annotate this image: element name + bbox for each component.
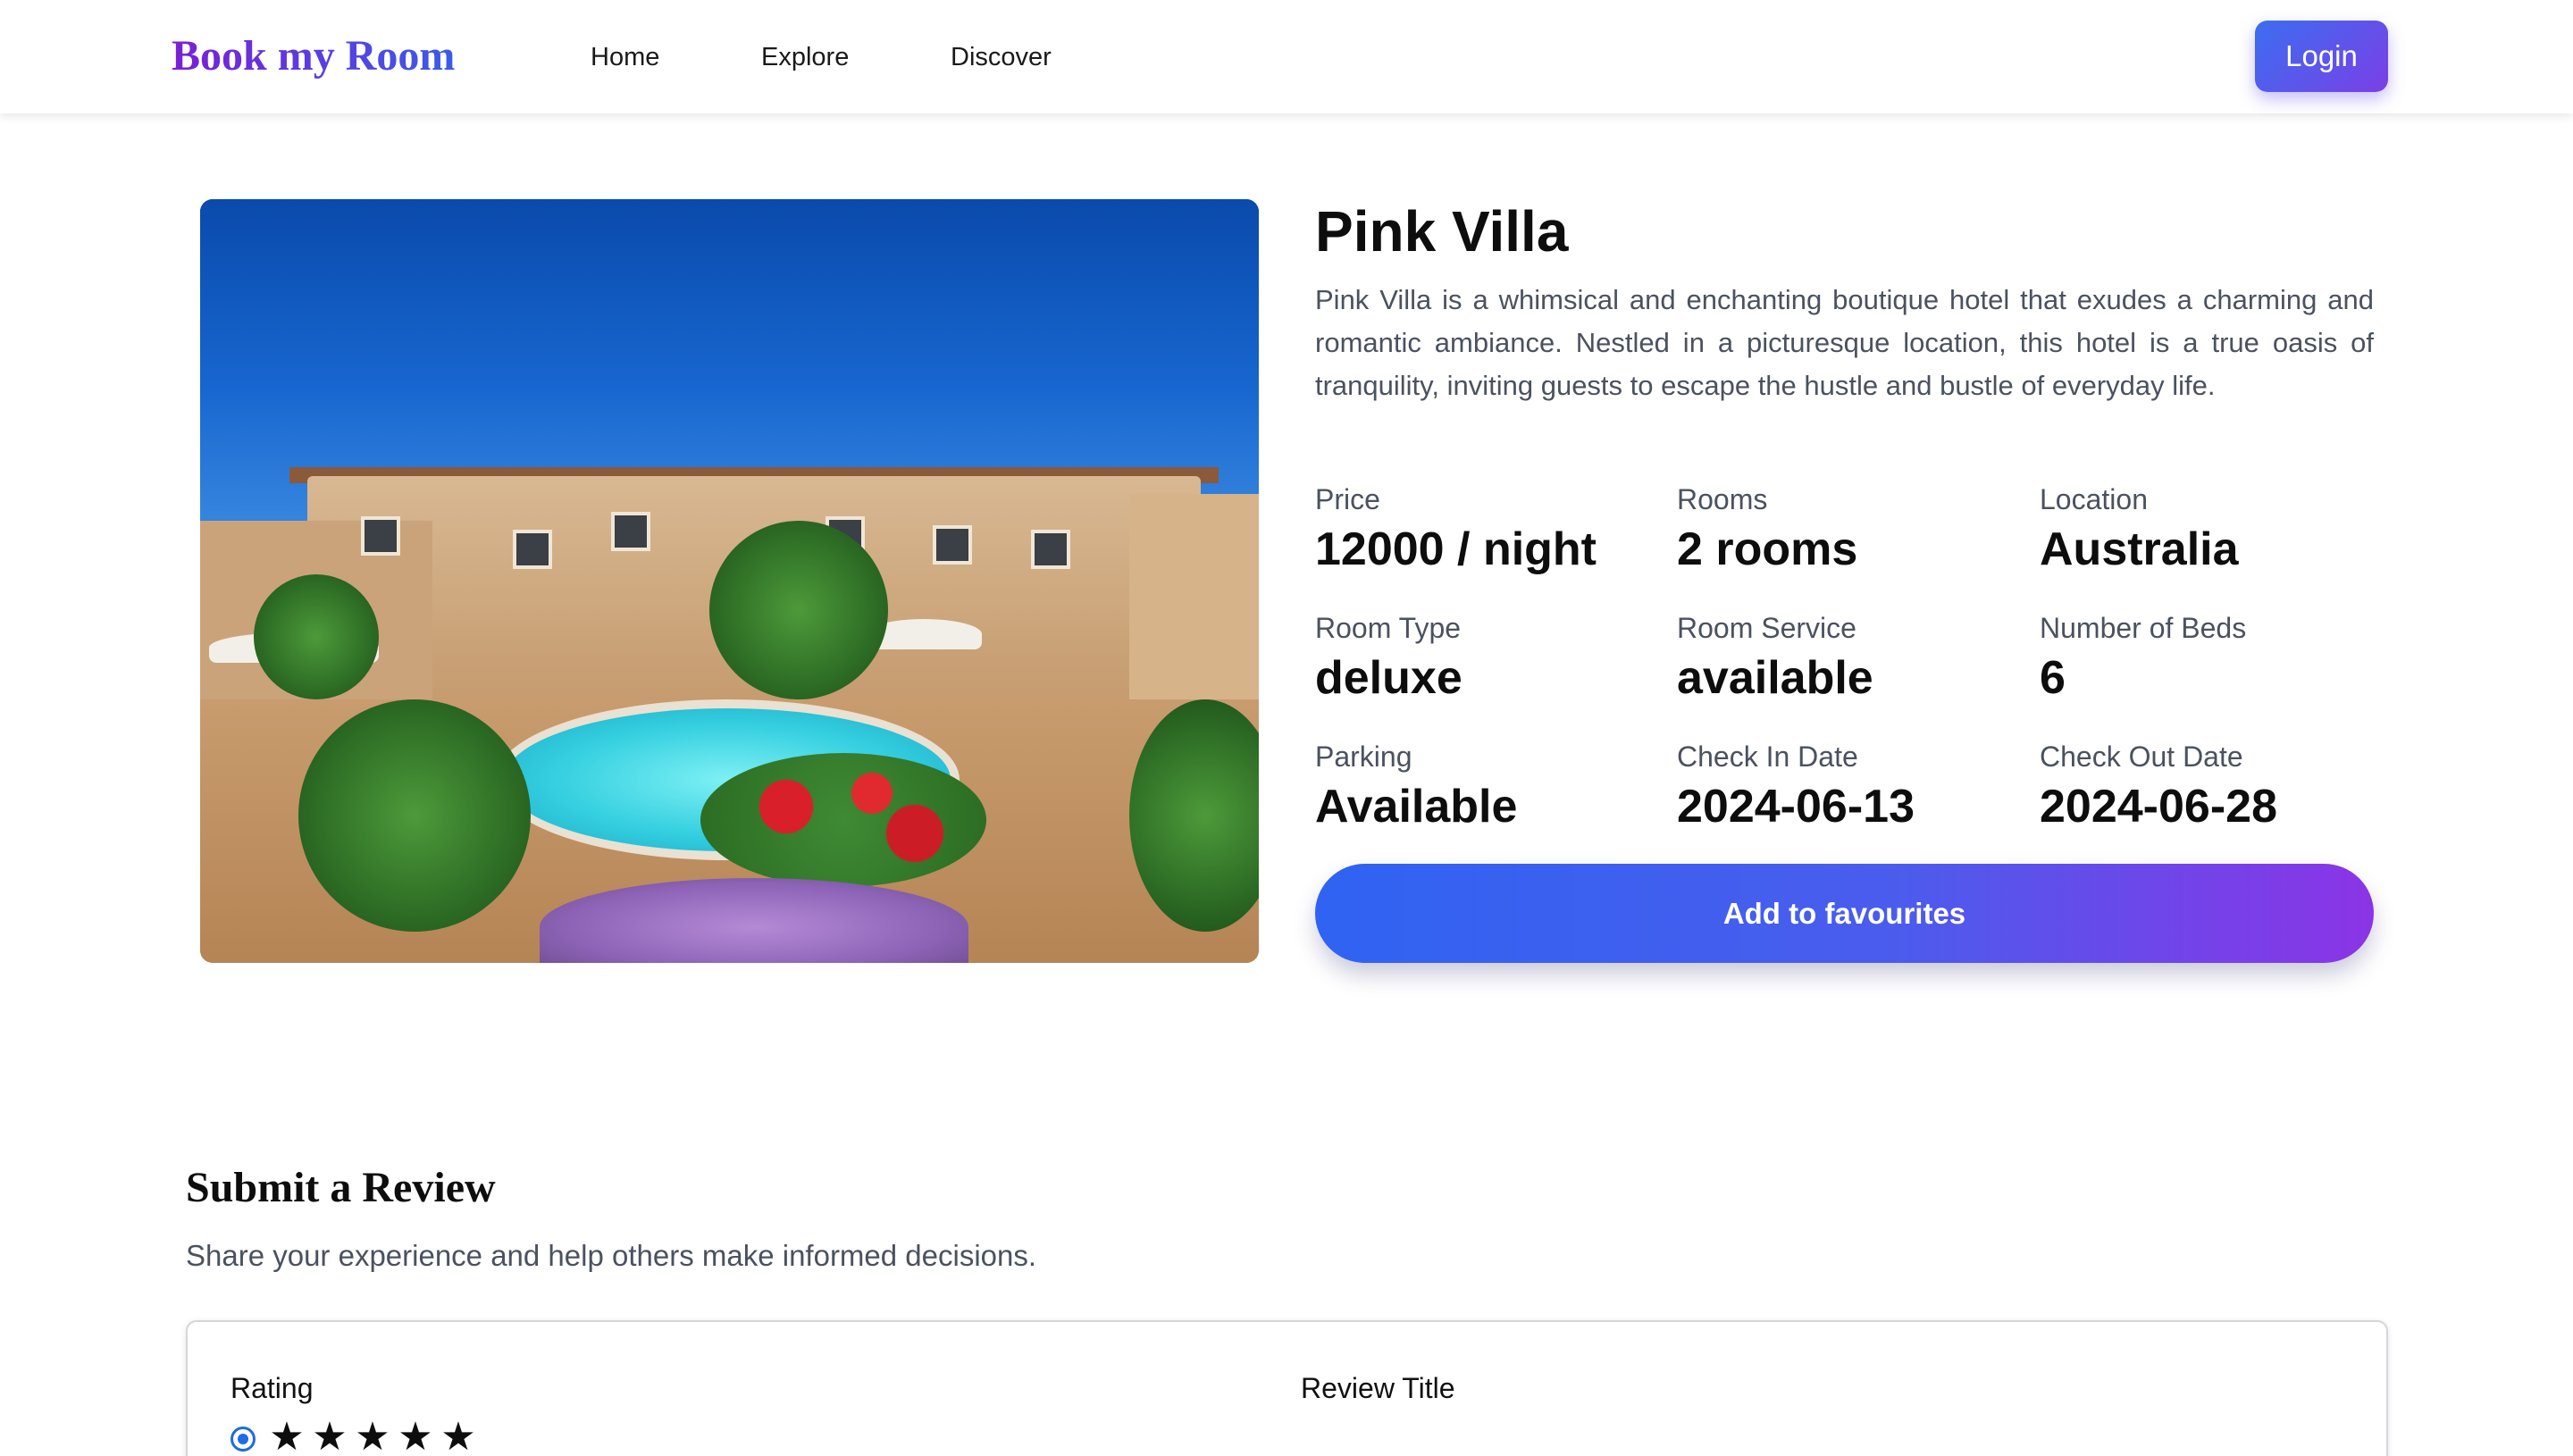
navbar: Book my Room Home Explore Discover Login bbox=[0, 0, 2573, 113]
hotel-image bbox=[200, 199, 1259, 963]
image-flowers bbox=[700, 753, 986, 887]
image-palm bbox=[709, 521, 888, 699]
detail-value-location: Australia bbox=[2040, 523, 2239, 575]
detail-value-check-out: 2024-06-28 bbox=[2040, 781, 2277, 833]
image-window bbox=[611, 512, 650, 551]
detail-value-room-service: available bbox=[1677, 652, 1873, 704]
nav-link-explore[interactable]: Explore bbox=[761, 39, 849, 75]
detail-value-room-type: deluxe bbox=[1315, 652, 1463, 704]
review-heading: Submit a Review bbox=[186, 1164, 496, 1211]
image-palm bbox=[298, 699, 531, 932]
add-to-favourites-button[interactable]: Add to favourites bbox=[1315, 864, 2374, 963]
detail-value-price: 12000 / night bbox=[1315, 523, 1597, 575]
brand-logo[interactable]: Book my Room bbox=[172, 27, 455, 86]
rating-radio-button[interactable] bbox=[230, 1427, 256, 1452]
detail-label-price: Price bbox=[1315, 483, 1380, 515]
nav-link-home[interactable]: Home bbox=[591, 39, 659, 75]
star-icon[interactable]: ★ bbox=[267, 1418, 306, 1456]
image-window bbox=[1031, 530, 1070, 569]
star-icon[interactable]: ★ bbox=[353, 1418, 392, 1456]
hotel-description: Pink Villa is a whimsical and enchanting… bbox=[1315, 284, 2374, 401]
detail-value-parking: Available bbox=[1315, 781, 1518, 833]
detail-label-room-type: Room Type bbox=[1315, 612, 1462, 644]
login-button[interactable]: Login bbox=[2255, 21, 2388, 92]
image-palm bbox=[254, 574, 379, 699]
detail-value-beds: 6 bbox=[2040, 652, 2066, 704]
detail-label-check-out: Check Out Date bbox=[2040, 741, 2243, 773]
detail-label-check-in: Check In Date bbox=[1677, 741, 1858, 773]
detail-label-location: Location bbox=[2040, 483, 2148, 515]
detail-value-rooms: 2 rooms bbox=[1677, 523, 1858, 575]
hotel-title: Pink Villa bbox=[1315, 199, 1569, 264]
detail-label-beds: Number of Beds bbox=[2040, 612, 2247, 644]
image-window bbox=[513, 530, 552, 569]
image-window bbox=[361, 516, 400, 556]
detail-label-room-service: Room Service bbox=[1677, 612, 1856, 644]
image-window bbox=[933, 525, 972, 565]
star-icon[interactable]: ★ bbox=[396, 1418, 435, 1456]
star-icon[interactable]: ★ bbox=[310, 1418, 349, 1456]
nav-link-discover[interactable]: Discover bbox=[951, 39, 1052, 75]
detail-label-rooms: Rooms bbox=[1677, 483, 1768, 515]
rating-label: Rating bbox=[230, 1372, 314, 1404]
review-subheading: Share your experience and help others ma… bbox=[186, 1239, 1037, 1272]
star-icon[interactable]: ★ bbox=[439, 1418, 478, 1456]
review-title-label: Review Title bbox=[1301, 1372, 1455, 1404]
review-form bbox=[186, 1320, 2388, 1456]
detail-value-check-in: 2024-06-13 bbox=[1677, 781, 1915, 833]
detail-label-parking: Parking bbox=[1315, 741, 1412, 773]
